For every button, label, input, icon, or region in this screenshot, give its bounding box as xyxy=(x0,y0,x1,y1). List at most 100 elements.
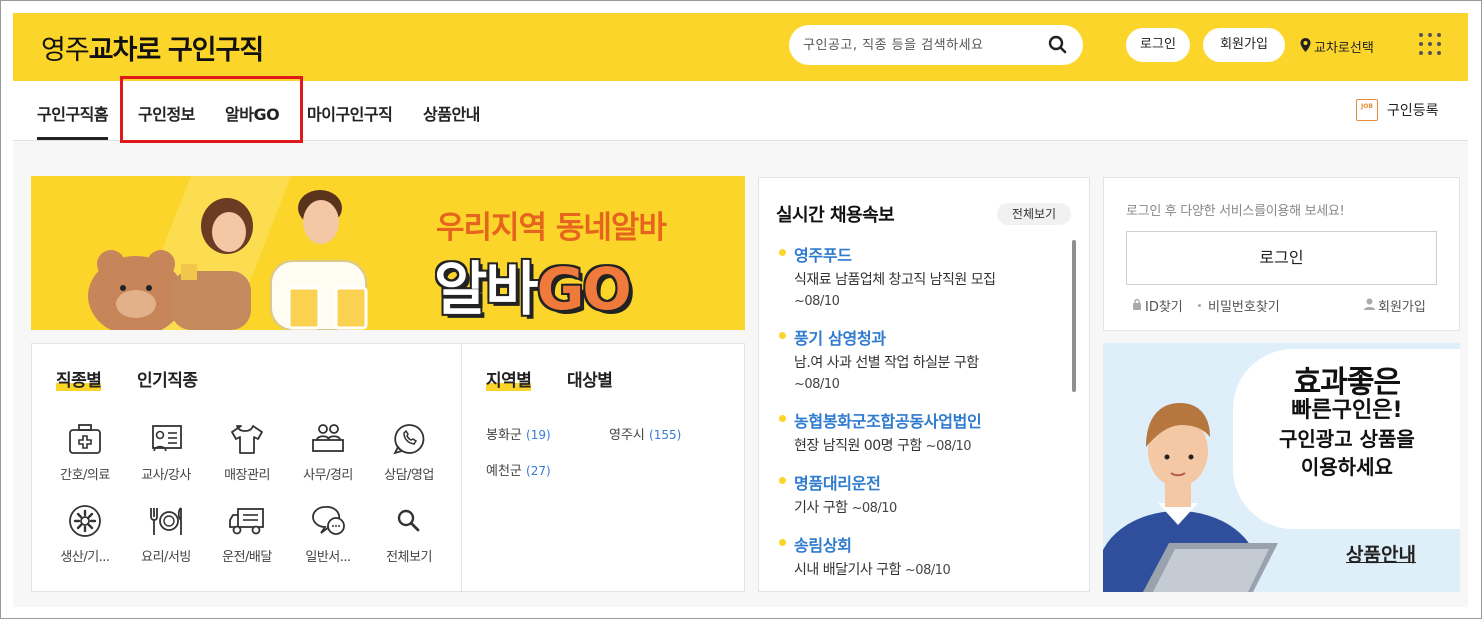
category-label: 간호/의료 xyxy=(60,468,110,483)
truck-icon xyxy=(227,501,267,541)
separator-dot xyxy=(1198,304,1201,307)
albago-banner[interactable]: 우리지역 동네알바 알바GO xyxy=(31,176,745,330)
job-date: ~08/10 xyxy=(925,439,972,454)
find-id-link[interactable]: ID찾기 xyxy=(1132,296,1183,315)
region-name: 영주시 xyxy=(609,428,645,443)
realtime-title: 실시간 채용속보 xyxy=(776,205,895,226)
page: 영주교차로 구인구직 로그인 회원가입 교차로선택 구인구직홈 구인정보 알바G… xyxy=(13,13,1468,607)
category-label: 일반서... xyxy=(305,550,351,565)
banner-title-accent: GO xyxy=(536,255,632,323)
category-production[interactable]: 생산/기... xyxy=(45,501,125,565)
login-button[interactable]: 로그인 xyxy=(1126,231,1437,285)
banner-illustration xyxy=(88,176,368,330)
location-label: 교차로선택 xyxy=(1314,41,1374,56)
category-medical[interactable]: 간호/의료 xyxy=(45,419,125,483)
header-login-button[interactable]: 로그인 xyxy=(1126,28,1190,62)
ad-line-3: 구인광고 상품을 xyxy=(1279,427,1415,451)
scrollbar[interactable] xyxy=(1072,240,1076,392)
list-item[interactable]: 영주푸드 식재료 남품업체 창고직 남직원 모집 ~08/10 xyxy=(779,242,1069,312)
header-signup-button[interactable]: 회원가입 xyxy=(1203,28,1285,62)
dining-icon xyxy=(146,501,186,541)
search-input[interactable] xyxy=(803,34,1043,56)
tab-by-job[interactable]: 직종별 xyxy=(56,366,102,391)
region-yeongju[interactable]: 영주시 (155) xyxy=(609,424,681,443)
job-date: ~08/10 xyxy=(794,377,840,392)
bullet-dot xyxy=(779,249,786,256)
job-desc: 기사 구함 ~08/10 xyxy=(794,500,897,516)
company-name: 농협봉화군조합공동사업법인 xyxy=(794,412,982,431)
search-box xyxy=(789,25,1083,65)
list-item[interactable]: 풍기 삼영청과 남.여 사과 선별 작업 하실분 구함 ~08/10 xyxy=(779,325,1069,395)
region-count: (155) xyxy=(649,428,682,442)
bullet-dot xyxy=(779,477,786,484)
medical-kit-icon xyxy=(65,419,105,459)
company-name: 송림상회 xyxy=(794,536,852,555)
job-date: ~08/10 xyxy=(794,294,840,309)
job-desc: 식재료 남품업체 창고직 남직원 모집 ~08/10 xyxy=(794,272,996,309)
nav-my-jobs[interactable]: 마이구인구직 xyxy=(307,101,393,125)
tab-by-target[interactable]: 대상별 xyxy=(567,366,613,391)
category-view-all[interactable]: 전체보기 xyxy=(369,501,449,565)
banner-subtitle: 우리지역 동네알바 xyxy=(436,210,667,246)
category-label: 매장관리 xyxy=(224,468,270,483)
job-register-link[interactable]: JOB 구인등록 xyxy=(1356,99,1439,121)
shirt-icon xyxy=(227,419,267,459)
realtime-list: 영주푸드 식재료 남품업체 창고직 남직원 모집 ~08/10 풍기 삼영청과 남… xyxy=(779,242,1069,591)
category-store[interactable]: 매장관리 xyxy=(207,419,287,483)
login-hint: 로그인 후 다양한 서비스를이용해 보세요! xyxy=(1126,204,1345,219)
region-count: (27) xyxy=(526,464,551,478)
job-register-icon: JOB xyxy=(1356,99,1378,121)
region-bonghwa[interactable]: 봉화군 (19) xyxy=(486,424,551,443)
category-label: 사무/경리 xyxy=(303,468,353,483)
logo-suffix: 구인구직 xyxy=(167,35,264,66)
realtime-jobs-panel: 실시간 채용속보 전체보기 영주푸드 식재료 남품업체 창고직 남직원 모집 ~0… xyxy=(758,177,1090,592)
user-icon xyxy=(1364,298,1375,314)
gear-icon xyxy=(65,501,105,541)
region-yecheon[interactable]: 예천군 (27) xyxy=(486,460,551,479)
nav-home[interactable]: 구인구직홈 xyxy=(37,101,109,140)
location-select[interactable]: 교차로선택 xyxy=(1300,37,1374,56)
signup-label: 회원가입 xyxy=(1378,300,1426,315)
company-name: 명품대리운전 xyxy=(794,474,881,493)
signup-link[interactable]: 회원가입 xyxy=(1364,296,1426,315)
phone-chat-icon xyxy=(389,419,429,459)
list-item[interactable]: 명품대리운전 기사 구함 ~08/10 xyxy=(779,470,1069,519)
job-desc: 남.여 사과 선별 작업 하실분 구함 ~08/10 xyxy=(794,355,979,392)
category-sales[interactable]: 상담/영업 xyxy=(369,419,449,483)
logo-brand: 교차로 xyxy=(88,35,162,66)
lock-icon xyxy=(1132,298,1142,314)
list-item[interactable]: 농협봉화군조합공동사업법인 현장 남직원 00명 구함 ~08/10 xyxy=(779,408,1069,457)
office-desk-icon xyxy=(308,419,348,459)
site-logo[interactable]: 영주교차로 구인구직 xyxy=(41,28,264,67)
banner-title-main: 알바 xyxy=(434,255,539,323)
tab-by-region[interactable]: 지역별 xyxy=(486,366,532,391)
product-ad-banner[interactable]: 효과좋은 빠른구인은! 구인광고 상품을 이용하세요 상품안내 xyxy=(1103,343,1460,592)
view-all-button[interactable]: 전체보기 xyxy=(997,203,1071,225)
find-password-link[interactable]: 비밀번호찾기 xyxy=(1194,296,1280,315)
ad-line-4: 이용하세요 xyxy=(1300,455,1393,479)
location-pin-icon xyxy=(1300,37,1311,56)
category-delivery[interactable]: 운전/배달 xyxy=(207,501,287,565)
grid-menu-icon[interactable] xyxy=(1419,33,1441,55)
category-cooking[interactable]: 요리/서빙 xyxy=(126,501,206,565)
category-general[interactable]: 일반서... xyxy=(288,501,368,565)
category-label: 생산/기... xyxy=(60,550,110,565)
list-item[interactable]: 송림상회 시내 배달기사 구함 ~08/10 xyxy=(779,532,1069,581)
bullet-dot xyxy=(779,415,786,422)
ad-product-link[interactable]: 상품안내 xyxy=(1346,540,1416,567)
search-icon[interactable] xyxy=(1047,34,1069,56)
company-name: 풍기 삼영청과 xyxy=(794,329,886,348)
highlight-box xyxy=(120,76,303,143)
chat-bubbles-icon xyxy=(308,501,348,541)
region-name: 예천군 xyxy=(486,464,522,479)
company-name: 영주푸드 xyxy=(794,246,852,265)
category-label: 상담/영업 xyxy=(384,468,434,483)
category-teacher[interactable]: 교사/강사 xyxy=(126,419,206,483)
nav-products[interactable]: 상품안내 xyxy=(423,101,480,125)
job-desc: 현장 남직원 00명 구함 ~08/10 xyxy=(794,438,972,454)
category-label: 교사/강사 xyxy=(141,468,191,483)
job-date: ~08/10 xyxy=(904,563,951,578)
category-office[interactable]: 사무/경리 xyxy=(288,419,368,483)
tab-popular-jobs[interactable]: 인기직종 xyxy=(137,366,198,391)
logo-city: 영주 xyxy=(41,35,90,66)
